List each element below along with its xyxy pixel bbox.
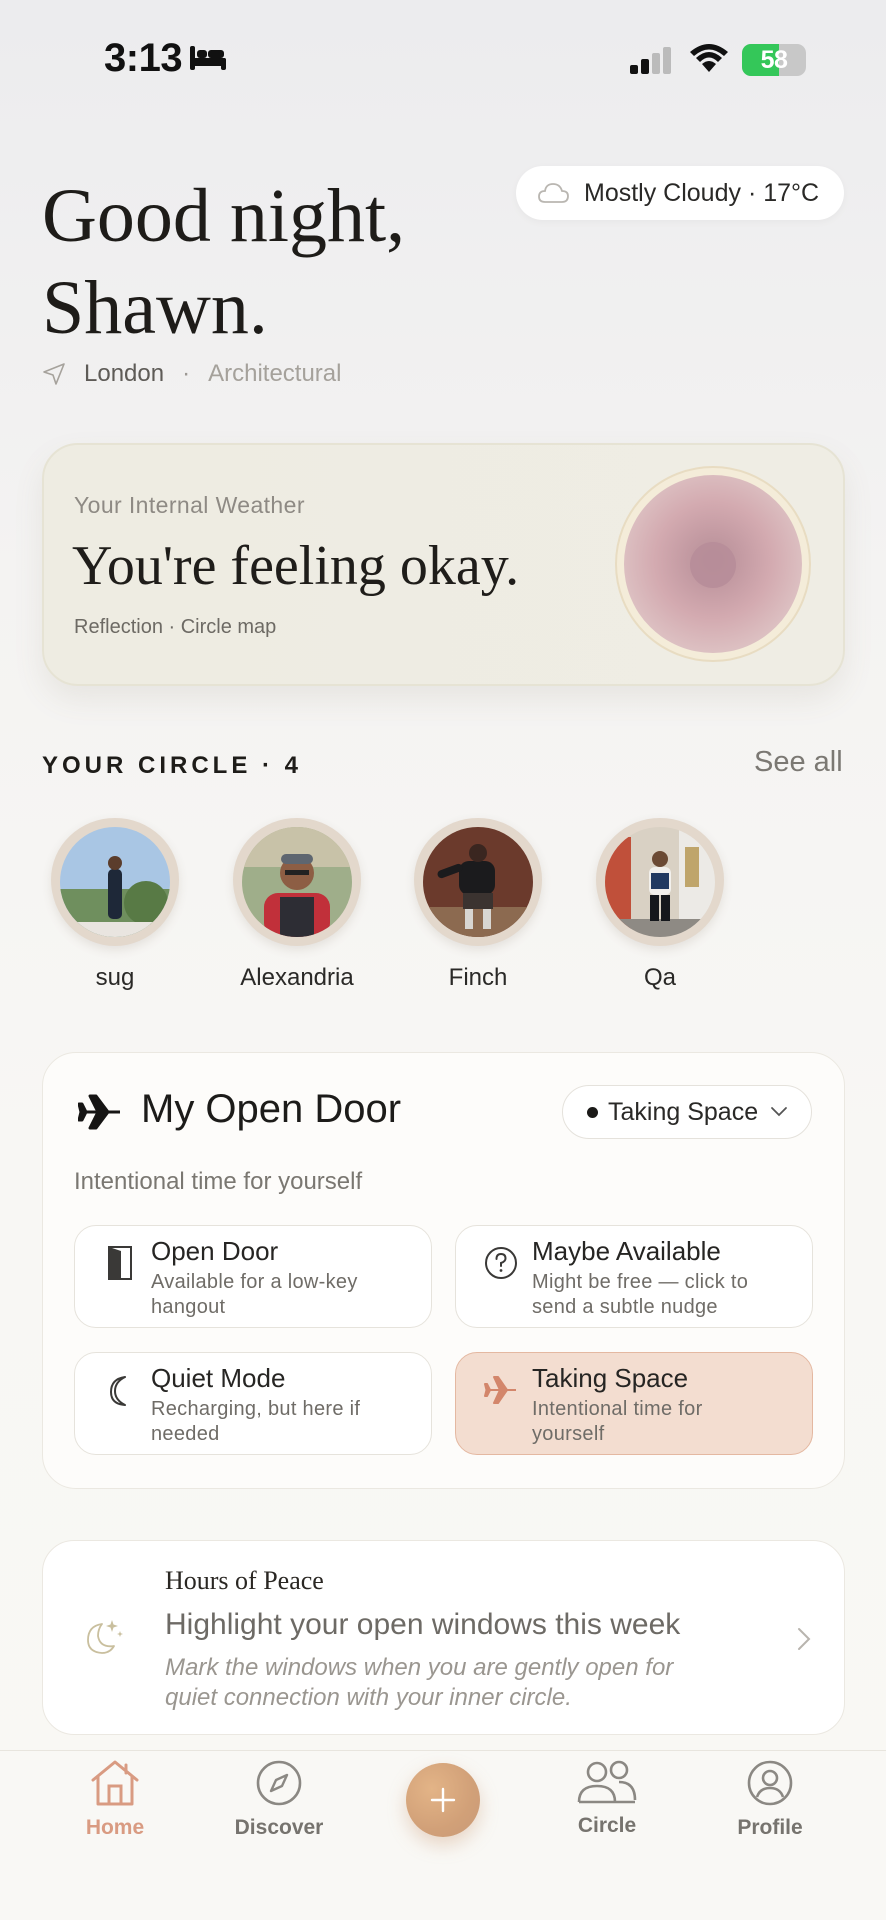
avatar-qa[interactable] [596,818,724,946]
tab-discover[interactable]: Discover [209,1758,349,1840]
location-style: Architectural [208,360,342,387]
mood-orb-core [690,542,736,588]
internal-weather-label: Your Internal Weather [74,492,305,518]
avatar-photo [423,827,533,937]
option-title: Taking Space [532,1363,689,1393]
avatar-photo [60,827,170,937]
avatar-name: Alexandria [240,964,354,991]
option-desc: Available for a low-key hangout [151,1271,358,1318]
compass-icon [256,1760,302,1806]
option-maybe-available[interactable]: Maybe Available Might be free — click to… [455,1225,813,1328]
airplane-icon [78,1094,120,1130]
hours-of-peace-label: Hours of Peace [165,1566,324,1595]
hours-of-peace-title: Highlight your open windows this week [165,1608,681,1641]
option-quiet-mode[interactable]: Quiet Mode Recharging, but here if neede… [74,1352,432,1455]
tab-home[interactable]: Home [45,1758,185,1840]
battery-level: 58 [760,46,788,74]
battery-indicator: 58 [742,44,806,76]
option-desc: Might be free — click to send a subtle n… [532,1271,749,1318]
cloud-icon [538,183,569,203]
status-select-value: Taking Space [608,1097,759,1126]
tab-label: Discover [234,1816,324,1839]
add-button[interactable] [406,1763,480,1837]
option-title: Maybe Available [532,1236,721,1266]
avatar-photo [605,827,715,937]
avatar-sug[interactable] [51,818,179,946]
location-arrow-icon [43,363,65,385]
wifi-icon [690,44,728,72]
status-dot [587,1106,598,1118]
option-title: Quiet Mode [151,1363,286,1393]
greeting-line-1: Good night, [42,174,406,258]
option-desc: Recharging, but here if needed [151,1398,361,1445]
status-time: 3:13 [104,36,183,80]
plus-icon [430,1787,456,1813]
tab-circle[interactable]: Circle [537,1758,677,1838]
open-door-subtitle: Intentional time for yourself [74,1168,363,1195]
status-select[interactable]: Taking Space [562,1085,812,1139]
location-separator: · [182,360,191,387]
weather-text: Mostly Cloudy · 17°C [584,178,820,207]
avatar-alexandria[interactable] [233,818,361,946]
option-open-door[interactable]: Open Door Available for a low-key hangou… [74,1225,432,1328]
location-city: London [84,360,165,387]
profile-icon [747,1760,793,1806]
moon-stars-icon [87,1620,123,1654]
option-title: Open Door [151,1236,279,1266]
tab-label: Circle [577,1814,637,1837]
see-all-link[interactable]: See all [754,746,843,779]
hours-of-peace-desc: Mark the windows when you are gently ope… [165,1654,674,1711]
internal-weather-title: You're feeling okay. [72,535,520,597]
bed-icon [190,46,226,70]
signal-icon [630,47,671,74]
door-icon [108,1246,132,1280]
weather-pill[interactable]: Mostly Cloudy · 17°C [516,166,844,220]
circle-header: YOUR CIRCLE · 4 [42,752,303,779]
location-row: London · Architectural [42,360,341,388]
avatar-finch[interactable] [414,818,542,946]
greeting: Good night, Shawn. [42,170,502,354]
avatar-name: Qa [643,964,676,991]
greeting-line-2: Shawn. [42,266,268,350]
chevron-down-icon [771,1107,788,1117]
option-taking-space[interactable]: Taking Space Intentional time for yourse… [455,1352,813,1455]
tab-label: Profile [737,1816,803,1839]
tab-profile[interactable]: Profile [700,1758,840,1840]
avatar-photo [242,827,352,937]
moon-icon [110,1376,126,1406]
avatar-name: sug [95,964,135,991]
tab-label: Home [85,1816,145,1839]
avatar-name: Finch [448,964,508,991]
question-icon [485,1247,517,1279]
internal-weather-links[interactable]: Reflection · Circle map [74,616,276,639]
home-icon [91,1760,139,1806]
chevron-right-icon[interactable] [796,1626,812,1652]
airplane-icon [484,1376,516,1404]
people-icon [577,1760,637,1804]
option-desc: Intentional time for yourself [532,1398,703,1445]
open-door-title: My Open Door [141,1087,402,1131]
